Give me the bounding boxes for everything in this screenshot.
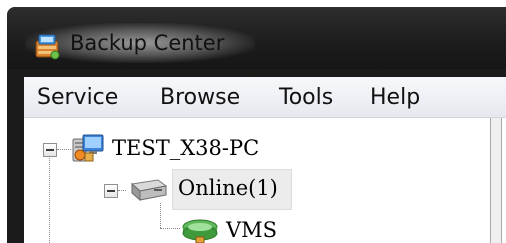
- collapse-group-toggle[interactable]: [104, 184, 118, 198]
- backup-center-icon[interactable]: [32, 31, 62, 61]
- device-tree[interactable]: TEST_X38-PC Online(1) VMS: [24, 118, 490, 243]
- menu-help[interactable]: Help: [370, 85, 420, 110]
- menu-tools[interactable]: Tools: [279, 85, 333, 110]
- drive-icon: [128, 176, 168, 204]
- network-device-icon: [180, 215, 220, 243]
- menu-service[interactable]: Service: [37, 85, 118, 110]
- menu-browse[interactable]: Browse: [160, 85, 240, 110]
- details-pane: [502, 118, 506, 243]
- tree-node-group-label[interactable]: Online(1): [178, 176, 278, 200]
- tree-connector: [118, 190, 126, 191]
- pane-splitter[interactable]: [490, 118, 502, 243]
- computer-icon: [71, 133, 105, 163]
- window-title: Backup Center: [70, 31, 225, 55]
- app-window: Backup Center Service Browse Tools Help: [7, 7, 506, 243]
- main-content: TEST_X38-PC Online(1) VMS: [24, 118, 506, 243]
- menu-bar: Service Browse Tools Help: [24, 77, 506, 118]
- tree-guide-root: [49, 156, 50, 243]
- tree-connector: [160, 228, 180, 229]
- title-bar[interactable]: Backup Center: [7, 7, 506, 69]
- tree-node-root-label[interactable]: TEST_X38-PC: [112, 136, 259, 160]
- tree-guide-group: [160, 203, 161, 228]
- tree-node-child-label[interactable]: VMS: [226, 218, 277, 242]
- tree-connector: [57, 149, 71, 150]
- collapse-root-toggle[interactable]: [43, 143, 57, 157]
